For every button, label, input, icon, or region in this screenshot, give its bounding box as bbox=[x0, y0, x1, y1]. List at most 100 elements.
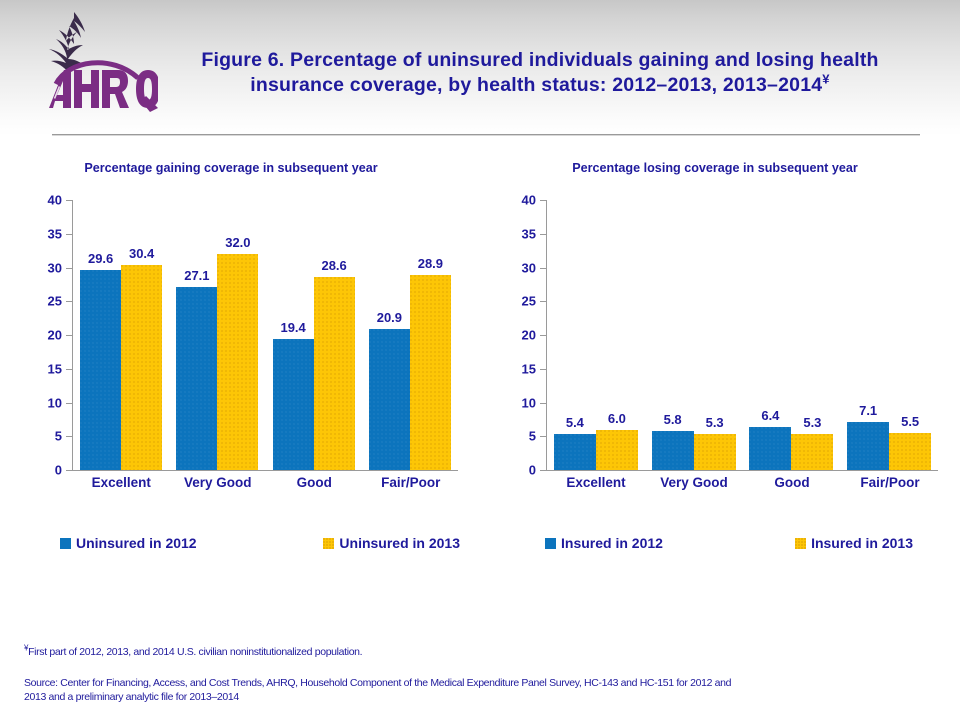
legend-item[interactable]: Insured in 2012 bbox=[545, 535, 663, 551]
bar-series2[interactable]: 30.4 bbox=[121, 246, 163, 470]
bar-groups-gaining: 29.6 30.4 27.1 32.0 19.4 28.6 20.9 28.9 bbox=[73, 200, 458, 470]
y-tick-label: 5 bbox=[528, 428, 536, 444]
figure-title-line1: Figure 6. Percentage of uninsured indivi… bbox=[201, 49, 879, 71]
bar-value-label: 28.6 bbox=[321, 257, 347, 273]
y-tick-label: 20 bbox=[47, 327, 62, 343]
bar-series2[interactable]: 32.0 bbox=[217, 235, 259, 470]
legend-swatch-icon bbox=[323, 537, 335, 549]
y-tick-label: 30 bbox=[47, 260, 62, 275]
footnotes: ¥First part of 2012, 2013, and 2014 U.S.… bbox=[24, 644, 936, 704]
y-tick-label: 40 bbox=[521, 192, 536, 208]
y-tick bbox=[66, 233, 72, 235]
footnote-source-line1: Source: Center for Financing, Access, an… bbox=[24, 677, 732, 689]
ahrq-logo bbox=[38, 8, 158, 113]
bar-slot: 5.3 bbox=[791, 200, 834, 470]
bar-slot: 5.5 bbox=[889, 200, 932, 470]
y-tick-label: 10 bbox=[521, 395, 536, 410]
y-tick bbox=[66, 436, 72, 438]
bar-series1[interactable]: 6.4 bbox=[749, 408, 792, 470]
plot-area-gaining: 0 5 10 15 20 25 30 35 40 29.6 30.4 27.1 … bbox=[48, 193, 458, 478]
category-label: Very Good bbox=[183, 475, 252, 490]
bar-series1[interactable]: 7.1 bbox=[847, 403, 890, 470]
legend-label: Uninsured in 2013 bbox=[339, 535, 460, 551]
slide-canvas: Figure 6. Percentage of uninsured indivi… bbox=[0, 0, 960, 720]
legend-swatch-icon bbox=[545, 537, 556, 549]
bar-group: 5.4 6.0 bbox=[553, 200, 638, 470]
category-label: Very Good bbox=[660, 475, 728, 490]
y-tick-label: 15 bbox=[521, 361, 536, 377]
footnote-note: ¥First part of 2012, 2013, and 2014 U.S.… bbox=[24, 644, 936, 659]
bar-group: 7.1 5.5 bbox=[847, 200, 932, 470]
y-tick bbox=[540, 402, 546, 404]
legend-gaining: Uninsured in 2012 Uninsured in 2013 bbox=[60, 535, 460, 551]
bar-value-label: 6.0 bbox=[607, 410, 626, 426]
bar-value-label: 32.0 bbox=[225, 235, 251, 250]
figure-title-line2: insurance coverage, by health status: 20… bbox=[250, 74, 823, 96]
bar-value-label: 29.6 bbox=[87, 251, 114, 267]
bar-slot: 29.6 bbox=[80, 200, 122, 470]
y-tick-label: 5 bbox=[54, 428, 62, 444]
y-tick bbox=[66, 470, 72, 471]
legend-item[interactable]: Insured in 2013 bbox=[795, 535, 913, 551]
bar-value-label: 28.9 bbox=[417, 255, 444, 271]
legend-item[interactable]: Uninsured in 2013 bbox=[323, 535, 460, 551]
header-divider bbox=[52, 134, 920, 136]
category-label: Excellent bbox=[91, 475, 151, 490]
bar-slot: 30.4 bbox=[121, 200, 163, 470]
chart-subtitle-losing: Percentage losing coverage in subsequent… bbox=[572, 161, 858, 175]
category-label: Good bbox=[296, 475, 332, 490]
category-label: Fair/Poor bbox=[860, 475, 920, 490]
legend-swatch-icon bbox=[795, 537, 807, 549]
legend-label: Insured in 2013 bbox=[811, 535, 913, 551]
y-tick bbox=[540, 267, 546, 269]
bar-value-label: 19.4 bbox=[280, 320, 306, 336]
bar-slot: 27.1 bbox=[176, 200, 218, 470]
bar-group: 27.1 32.0 bbox=[176, 200, 259, 470]
bar-group: 29.6 30.4 bbox=[80, 200, 163, 470]
bar-series2[interactable]: 5.3 bbox=[791, 415, 834, 470]
bar-series1[interactable]: 5.4 bbox=[553, 415, 596, 470]
bar-value-label: 5.5 bbox=[901, 413, 920, 429]
y-tick-label: 0 bbox=[54, 462, 62, 478]
bar-series2[interactable]: 28.9 bbox=[409, 256, 451, 470]
bar-slot: 5.8 bbox=[651, 200, 694, 470]
y-tick-label: 35 bbox=[521, 226, 536, 242]
legend-label: Insured in 2012 bbox=[561, 535, 663, 551]
bar-series2[interactable]: 5.5 bbox=[889, 414, 932, 470]
bar-series1[interactable]: 20.9 bbox=[368, 310, 410, 470]
y-tick bbox=[540, 233, 546, 235]
bar-series1[interactable]: 27.1 bbox=[176, 268, 218, 470]
y-tick-label: 40 bbox=[47, 192, 62, 208]
bar-series1[interactable]: 5.8 bbox=[651, 412, 694, 470]
bar-slot: 19.4 bbox=[272, 200, 314, 470]
bar-group: 5.8 5.3 bbox=[651, 200, 736, 470]
bar-series1[interactable]: 29.6 bbox=[80, 251, 122, 470]
chart-panel-gaining: Percentage gaining coverage in subsequen… bbox=[0, 150, 480, 570]
footnote-note-text: First part of 2012, 2013, and 2014 U.S. … bbox=[28, 646, 363, 658]
y-tick bbox=[540, 470, 546, 471]
bar-groups-losing: 5.4 6.0 5.8 5.3 6.4 5.3 7.1 5.5 bbox=[547, 200, 938, 470]
chart-panel-losing: Percentage losing coverage in subsequent… bbox=[480, 150, 960, 570]
y-tick bbox=[540, 200, 546, 201]
bar-slot: 5.3 bbox=[693, 200, 736, 470]
bar-slot: 20.9 bbox=[368, 200, 410, 470]
bar-slot: 32.0 bbox=[217, 200, 259, 470]
y-tick bbox=[66, 335, 72, 336]
legend-losing: Insured in 2012 Insured in 2013 bbox=[545, 535, 913, 551]
bar-series2[interactable]: 5.3 bbox=[693, 415, 736, 470]
bar-value-label: 7.1 bbox=[859, 403, 878, 419]
legend-item[interactable]: Uninsured in 2012 bbox=[60, 535, 197, 551]
bar-value-label: 5.8 bbox=[663, 411, 682, 427]
bar-value-label: 5.3 bbox=[705, 415, 724, 431]
footnote-source-line2: 2013 and a preliminary analytic file for… bbox=[24, 691, 239, 703]
bar-value-label: 6.4 bbox=[761, 407, 780, 423]
category-labels-losing: Excellent Very Good Good Fair/Poor bbox=[547, 475, 939, 490]
legend-label: Uninsured in 2012 bbox=[76, 535, 197, 551]
bar-series2[interactable]: 6.0 bbox=[595, 411, 638, 470]
bar-slot: 7.1 bbox=[847, 200, 890, 470]
chart-subtitle-gaining: Percentage gaining coverage in subsequen… bbox=[84, 161, 378, 175]
bar-series2[interactable]: 28.6 bbox=[313, 258, 355, 470]
y-tick-label: 25 bbox=[521, 293, 536, 309]
bar-value-label: 27.1 bbox=[184, 268, 210, 284]
bar-series1[interactable]: 19.4 bbox=[272, 320, 314, 470]
